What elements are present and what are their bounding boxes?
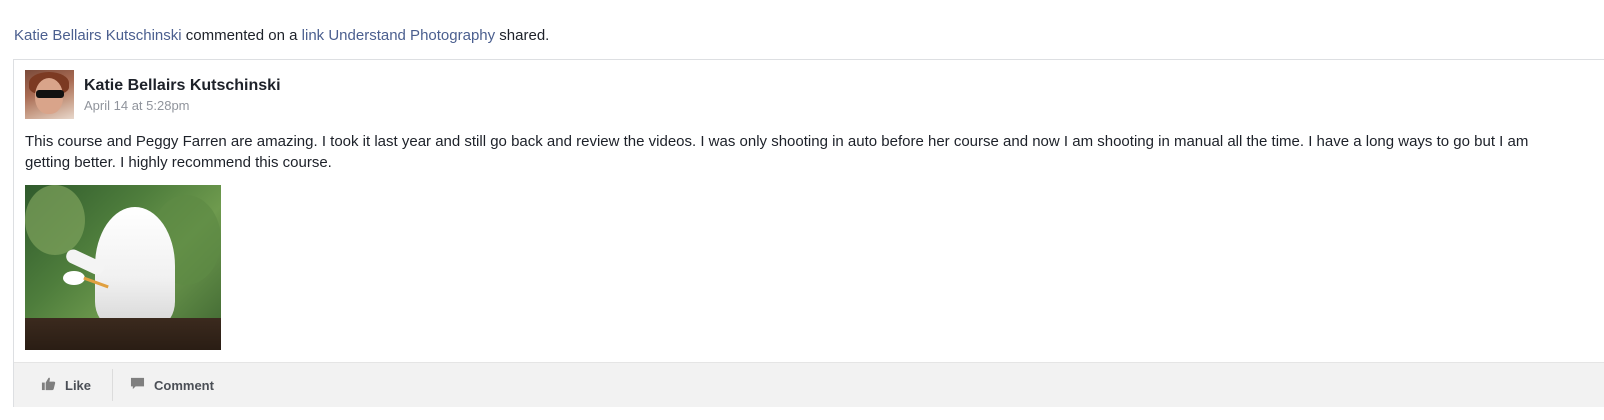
attached-photo[interactable] [25, 185, 221, 350]
comment-card: Katie Bellairs Kutschinski April 14 at 5… [13, 59, 1604, 407]
speech-bubble-icon [130, 377, 145, 394]
story-header: Katie Bellairs Kutschinski commented on … [14, 26, 549, 46]
comment-button[interactable]: Comment [130, 375, 214, 395]
author-name[interactable]: Katie Bellairs Kutschinski [84, 77, 281, 95]
action-divider [112, 369, 113, 401]
actor-link[interactable]: Katie Bellairs Kutschinski [14, 27, 182, 44]
avatar-glasses [36, 90, 64, 98]
target-link[interactable]: Understand Photography [328, 27, 495, 44]
egret-body [95, 207, 175, 325]
story-suffix: shared. [499, 27, 550, 44]
action-bar: Like Comment [14, 362, 1604, 407]
egret-head [63, 271, 85, 285]
story-verb: commented on a [185, 27, 298, 44]
comment-label: Comment [154, 377, 214, 393]
avatar[interactable] [25, 70, 74, 119]
like-label: Like [65, 377, 92, 393]
object-link[interactable]: link [302, 27, 325, 44]
photo-branch [25, 318, 221, 350]
thumbs-up-icon [41, 376, 56, 394]
photo-foliage [25, 185, 85, 255]
comment-body: This course and Peggy Farren are amazing… [25, 133, 1529, 171]
like-button[interactable]: Like [41, 375, 91, 395]
post-timestamp[interactable]: April 14 at 5:28pm [84, 98, 190, 113]
